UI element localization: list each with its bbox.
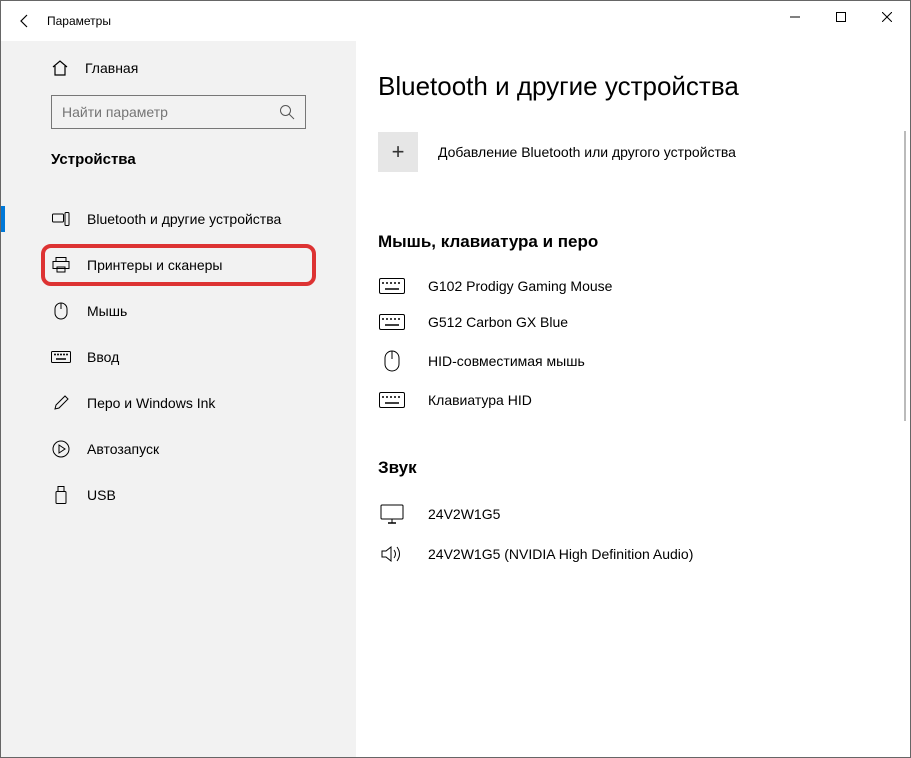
device-label: Клавиатура HID xyxy=(428,392,532,408)
body: Главная Устройства Bluetooth и другие ус… xyxy=(1,41,910,757)
titlebar: Параметры xyxy=(1,1,910,41)
content-area: Bluetooth и другие устройства + Добавлен… xyxy=(356,41,910,757)
devices-icon xyxy=(51,212,71,226)
device-row[interactable]: 24V2W1G5 xyxy=(378,494,880,534)
search-icon xyxy=(279,104,295,120)
page-heading: Bluetooth и другие устройства xyxy=(378,71,880,102)
nav: Bluetooth и другие устройства Принтеры и… xyxy=(1,196,356,518)
device-row[interactable]: Клавиатура HID xyxy=(378,382,880,418)
search-input[interactable] xyxy=(62,104,279,120)
scrollbar[interactable] xyxy=(904,131,906,421)
close-button[interactable] xyxy=(864,1,910,33)
device-row[interactable]: G102 Prodigy Gaming Mouse xyxy=(378,268,880,304)
nav-label: Принтеры и сканеры xyxy=(87,257,222,273)
nav-item-pen[interactable]: Перо и Windows Ink xyxy=(1,380,356,426)
device-row[interactable]: HID-совместимая мышь xyxy=(378,340,880,382)
nav-label: Bluetooth и другие устройства xyxy=(87,211,281,227)
keyboard-icon xyxy=(378,392,406,408)
section-title: Устройства xyxy=(1,151,356,178)
add-device-label: Добавление Bluetooth или другого устройс… xyxy=(438,144,736,160)
device-group-input: Мышь, клавиатура и перо G102 Prodigy Gam… xyxy=(378,232,880,418)
nav-item-usb[interactable]: USB xyxy=(1,472,356,518)
window-controls xyxy=(772,1,910,33)
nav-item-mouse[interactable]: Мышь xyxy=(1,288,356,334)
device-row[interactable]: 24V2W1G5 (NVIDIA High Definition Audio) xyxy=(378,534,880,574)
sidebar: Главная Устройства Bluetooth и другие ус… xyxy=(1,41,356,757)
usb-icon xyxy=(51,486,71,504)
nav-label: Перо и Windows Ink xyxy=(87,395,215,411)
device-row[interactable]: G512 Carbon GX Blue xyxy=(378,304,880,340)
device-label: HID-совместимая мышь xyxy=(428,353,585,369)
speaker-icon xyxy=(378,544,406,564)
settings-window: Параметры Главная Устройства xyxy=(0,0,911,758)
keyboard-icon xyxy=(378,314,406,330)
mouse-icon xyxy=(51,302,71,320)
device-label: G102 Prodigy Gaming Mouse xyxy=(428,278,612,294)
nav-label: Мышь xyxy=(87,303,127,319)
nav-label: USB xyxy=(87,487,116,503)
minimize-button[interactable] xyxy=(772,1,818,33)
nav-item-bluetooth[interactable]: Bluetooth и другие устройства xyxy=(1,196,356,242)
window-title: Параметры xyxy=(47,14,111,28)
mouse-icon xyxy=(378,350,406,372)
keyboard-icon xyxy=(51,351,71,363)
nav-item-input[interactable]: Ввод xyxy=(1,334,356,380)
autoplay-icon xyxy=(51,440,71,458)
printer-icon xyxy=(51,257,71,273)
home-icon xyxy=(51,59,69,77)
back-button[interactable] xyxy=(11,7,39,35)
pen-icon xyxy=(51,395,71,411)
nav-label: Автозапуск xyxy=(87,441,159,457)
home-label: Главная xyxy=(85,60,138,76)
nav-item-autoplay[interactable]: Автозапуск xyxy=(1,426,356,472)
sidebar-home[interactable]: Главная xyxy=(1,59,356,95)
nav-label: Ввод xyxy=(87,349,119,365)
plus-icon: + xyxy=(392,139,405,165)
group-title: Мышь, клавиатура и перо xyxy=(378,232,880,252)
search-box[interactable] xyxy=(51,95,306,129)
add-device-row[interactable]: + Добавление Bluetooth или другого устро… xyxy=(378,132,880,172)
add-device-button[interactable]: + xyxy=(378,132,418,172)
nav-item-printers[interactable]: Принтеры и сканеры xyxy=(41,244,316,286)
device-label: 24V2W1G5 (NVIDIA High Definition Audio) xyxy=(428,546,693,562)
group-title: Звук xyxy=(378,458,880,478)
device-label: G512 Carbon GX Blue xyxy=(428,314,568,330)
keyboard-icon xyxy=(378,278,406,294)
device-group-audio: Звук 24V2W1G5 24V2W1G5 (NVIDIA High Defi… xyxy=(378,458,880,574)
device-label: 24V2W1G5 xyxy=(428,506,500,522)
maximize-button[interactable] xyxy=(818,1,864,33)
monitor-icon xyxy=(378,504,406,524)
